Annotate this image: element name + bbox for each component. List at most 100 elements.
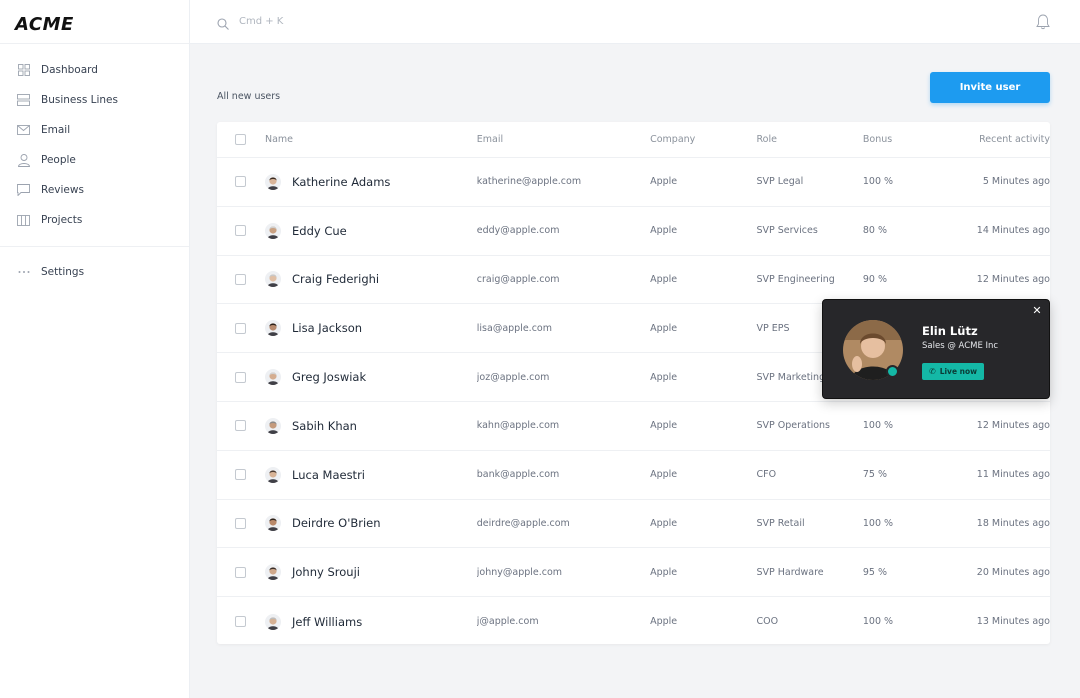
sidebar-item-settings[interactable]: Settings bbox=[0, 257, 189, 287]
app-logo[interactable]: ACME bbox=[0, 0, 189, 44]
user-role: COO bbox=[756, 616, 779, 628]
close-icon[interactable]: ✕ bbox=[1031, 305, 1043, 317]
select-all-checkbox[interactable] bbox=[235, 134, 246, 145]
sidebar-item-projects[interactable]: Projects bbox=[0, 205, 189, 235]
avatar bbox=[265, 222, 281, 239]
user-role: SVP Hardware bbox=[756, 566, 824, 578]
user-role: SVP Engineering bbox=[756, 273, 835, 285]
user-bonus: 95 % bbox=[862, 566, 887, 578]
name-cell: Sabih Khan bbox=[265, 417, 477, 434]
user-company: Apple bbox=[650, 273, 678, 285]
live-now-button[interactable]: ✆ Live now bbox=[922, 363, 985, 380]
table-row[interactable]: Deirdre O'Brien deirdre@apple.com Apple SVP… bbox=[217, 500, 1050, 549]
user-role: SVP Operations bbox=[756, 420, 830, 432]
invite-user-button[interactable]: Invite user bbox=[930, 72, 1050, 103]
bell-icon[interactable] bbox=[1036, 14, 1050, 30]
user-email: j@apple.com bbox=[476, 616, 539, 628]
sidebar: ACME Dashboard Business Lines Email Peop… bbox=[0, 0, 190, 698]
table-header: Name Email Company Role Bonus Recent act… bbox=[217, 122, 1050, 158]
user-bonus: 100 % bbox=[862, 420, 894, 432]
column-header-role[interactable]: Role bbox=[756, 134, 862, 145]
user-email: johny@apple.com bbox=[476, 566, 563, 578]
sidebar-item-label: People bbox=[41, 154, 76, 166]
people-icon bbox=[17, 153, 30, 167]
avatar bbox=[265, 173, 281, 190]
user-company: Apple bbox=[650, 176, 678, 188]
user-company: Apple bbox=[650, 517, 678, 529]
name-cell: Luca Maestri bbox=[265, 466, 477, 483]
user-name: Deirdre O'Brien bbox=[292, 516, 381, 531]
table-row[interactable]: Jeff Williams j@apple.com Apple COO 100 % 13 … bbox=[217, 597, 1050, 646]
user-name: Craig Federighi bbox=[292, 272, 380, 287]
column-header-bonus[interactable]: Bonus bbox=[863, 134, 932, 145]
name-cell: Lisa Jackson bbox=[265, 320, 477, 337]
user-email: eddy@apple.com bbox=[476, 225, 560, 237]
user-bonus: 90 % bbox=[862, 273, 887, 285]
user-recent-activity: 12 Minutes ago bbox=[976, 420, 1050, 432]
sidebar-item-label: Reviews bbox=[41, 184, 84, 196]
table-row[interactable]: Luca Maestri bank@apple.com Apple CFO 75 % 11… bbox=[217, 451, 1050, 500]
user-role: SVP Services bbox=[756, 225, 818, 237]
avatar bbox=[265, 613, 281, 630]
user-email: katherine@apple.com bbox=[476, 176, 582, 188]
row-checkbox[interactable] bbox=[235, 176, 246, 188]
row-checkbox[interactable] bbox=[235, 225, 246, 237]
sidebar-item-label: Projects bbox=[41, 214, 83, 226]
sidebar-item-label: Business Lines bbox=[41, 94, 118, 106]
popup-name: Elin Lütz bbox=[922, 324, 978, 338]
column-header-company[interactable]: Company bbox=[650, 134, 756, 145]
sidebar-item-label: Email bbox=[41, 124, 71, 136]
page-title: All new users bbox=[217, 91, 281, 102]
user-recent-activity: 5 Minutes ago bbox=[982, 176, 1050, 188]
search-input[interactable] bbox=[239, 15, 439, 27]
user-recent-activity: 20 Minutes ago bbox=[976, 566, 1050, 578]
table-row[interactable]: Katherine Adams katherine@apple.com Apple S… bbox=[217, 158, 1050, 207]
sidebar-item-people[interactable]: People bbox=[0, 145, 189, 175]
sidebar-item-reviews[interactable]: Reviews bbox=[0, 175, 189, 205]
sidebar-divider bbox=[0, 246, 189, 247]
row-checkbox[interactable] bbox=[235, 517, 246, 529]
table-row[interactable]: Sabih Khan kahn@apple.com Apple SVP Operati… bbox=[217, 402, 1050, 451]
sidebar-nav: Dashboard Business Lines Email People Re… bbox=[0, 44, 189, 287]
avatar bbox=[265, 417, 281, 434]
popup-subtitle: Sales @ ACME Inc bbox=[922, 341, 999, 351]
row-checkbox[interactable] bbox=[235, 322, 246, 334]
column-header-email[interactable]: Email bbox=[477, 134, 650, 145]
row-checkbox[interactable] bbox=[235, 616, 246, 628]
user-bonus: 80 % bbox=[862, 225, 887, 237]
business-lines-icon bbox=[17, 94, 30, 107]
name-cell: Johny Srouji bbox=[265, 564, 477, 581]
table-row[interactable]: Johny Srouji johny@apple.com Apple SVP Hard… bbox=[217, 548, 1050, 598]
avatar bbox=[265, 271, 281, 288]
live-call-popup: ✕ Elin Lütz Sales @ ACME Inc ✆ Live now bbox=[822, 299, 1050, 399]
user-bonus: 100 % bbox=[862, 176, 894, 188]
row-checkbox[interactable] bbox=[235, 469, 246, 481]
table-body: Katherine Adams katherine@apple.com Apple S… bbox=[217, 158, 1050, 646]
row-checkbox[interactable] bbox=[235, 420, 246, 432]
name-cell: Greg Joswiak bbox=[265, 369, 477, 386]
name-cell: Craig Federighi bbox=[265, 271, 477, 288]
dashboard-icon bbox=[17, 64, 30, 77]
user-recent-activity: 18 Minutes ago bbox=[976, 517, 1050, 529]
sidebar-item-business-lines[interactable]: Business Lines bbox=[0, 85, 189, 115]
live-now-label: Live now bbox=[939, 367, 978, 376]
column-header-activity[interactable]: Recent activity bbox=[932, 134, 1050, 145]
sidebar-item-email[interactable]: Email bbox=[0, 115, 189, 145]
phone-icon: ✆ bbox=[929, 367, 936, 376]
user-recent-activity: 11 Minutes ago bbox=[976, 469, 1050, 481]
online-status-indicator bbox=[886, 365, 899, 378]
row-checkbox[interactable] bbox=[235, 566, 246, 578]
user-company: Apple bbox=[650, 225, 678, 237]
column-header-name[interactable]: Name bbox=[265, 134, 477, 145]
avatar bbox=[265, 466, 281, 483]
table-row[interactable]: Eddy Cue eddy@apple.com Apple SVP Services 8… bbox=[217, 207, 1050, 256]
avatar bbox=[265, 369, 281, 386]
user-role: SVP Legal bbox=[756, 176, 804, 188]
row-checkbox[interactable] bbox=[235, 273, 246, 285]
reviews-icon bbox=[17, 184, 30, 197]
user-bonus: 100 % bbox=[862, 616, 894, 628]
user-email: lisa@apple.com bbox=[476, 322, 552, 334]
sidebar-item-dashboard[interactable]: Dashboard bbox=[0, 55, 189, 85]
row-checkbox[interactable] bbox=[235, 371, 246, 383]
table-row[interactable]: Craig Federighi craig@apple.com Apple SVP E… bbox=[217, 256, 1050, 305]
